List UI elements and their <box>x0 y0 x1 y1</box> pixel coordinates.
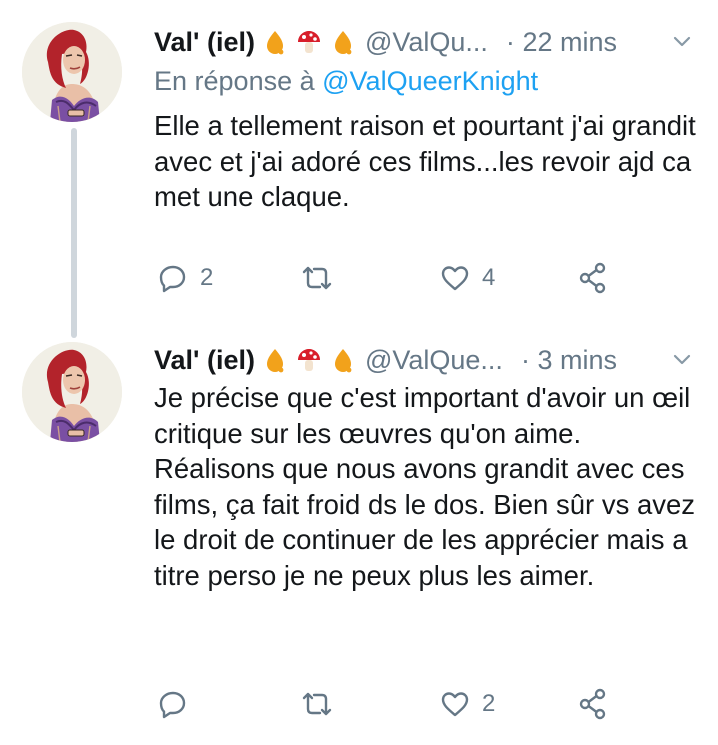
tweet-header: Val' (iel) @ValQu... · 22 mins <box>154 24 696 60</box>
avatar[interactable] <box>22 22 122 122</box>
reply-mention-link[interactable]: @ValQueerKnight <box>322 66 538 96</box>
time-value: 22 mins <box>522 26 617 57</box>
author-name[interactable]: Val' (iel) <box>154 345 255 376</box>
separator: · <box>520 344 530 375</box>
tweet-actions: 2 <box>154 686 696 722</box>
share-icon <box>578 262 608 294</box>
author-handle[interactable]: @ValQu... <box>365 27 488 58</box>
drop-emoji <box>329 346 357 374</box>
tweet-text: Elle a tellement raison et pourtant j'ai… <box>154 110 696 212</box>
drop-emoji <box>261 28 289 56</box>
reply-icon <box>158 263 188 293</box>
reply-context: En réponse à @ValQueerKnight <box>154 66 538 97</box>
timestamp[interactable]: · 3 mins <box>521 345 617 376</box>
tweet-text: Je précise que c'est important d'avoir u… <box>154 382 696 591</box>
author-handle[interactable]: @ValQue... <box>365 345 503 376</box>
author-name[interactable]: Val' (iel) <box>154 27 255 58</box>
mushroom-emoji <box>295 28 323 56</box>
tweet[interactable]: Val' (iel) @ValQue... · 3 mins Je précis… <box>0 330 718 745</box>
like-icon <box>440 263 470 293</box>
like-button[interactable]: 4 <box>440 260 495 296</box>
like-count: 4 <box>482 264 496 291</box>
retweet-icon <box>300 263 334 293</box>
timestamp[interactable]: · 22 mins <box>506 27 617 58</box>
retweet-button[interactable] <box>300 686 334 722</box>
avatar-illustration <box>22 22 122 122</box>
reply-icon <box>158 689 188 719</box>
like-button[interactable]: 2 <box>440 686 495 722</box>
retweet-icon <box>300 689 334 719</box>
tweet-actions: 2 4 <box>154 260 696 296</box>
reply-button[interactable]: 2 <box>158 260 213 296</box>
share-button[interactable] <box>578 260 608 296</box>
avatar[interactable] <box>22 342 122 442</box>
chevron-down-icon[interactable] <box>672 35 696 49</box>
thread-line <box>71 128 77 338</box>
mushroom-emoji <box>295 346 323 374</box>
time-value: 3 mins <box>537 344 617 375</box>
tweet-header: Val' (iel) @ValQue... · 3 mins <box>154 342 696 378</box>
retweet-button[interactable] <box>300 260 334 296</box>
share-button[interactable] <box>578 686 608 722</box>
share-icon <box>578 688 608 720</box>
reply-prefix: En réponse à <box>154 66 315 96</box>
reply-button[interactable] <box>158 686 200 722</box>
like-icon <box>440 689 470 719</box>
like-count: 2 <box>482 690 496 717</box>
chevron-down-icon[interactable] <box>672 353 696 367</box>
reply-count: 2 <box>200 264 214 291</box>
separator: · <box>505 26 515 57</box>
tweet[interactable]: Val' (iel) @ValQu... · 22 mins En répons… <box>0 0 718 338</box>
drop-emoji <box>261 346 289 374</box>
avatar-illustration <box>22 342 122 442</box>
drop-emoji <box>329 28 357 56</box>
